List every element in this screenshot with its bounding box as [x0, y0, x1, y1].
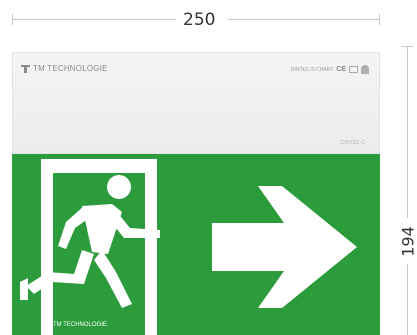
led-indicator-left: · — [56, 125, 58, 130]
tm-logo-icon — [44, 322, 51, 328]
housing-small-label: DINTEC-C — [341, 140, 365, 146]
dimension-line-top — [407, 46, 408, 218]
certification-marks: DINTEC-S-CHART CE — [291, 65, 369, 74]
width-label: 250 — [183, 10, 216, 30]
housing-brand: TM TECHNOLOGIE — [21, 64, 108, 73]
sign-brand-text: TM TECHNOLOGIE — [53, 322, 107, 328]
height-label: 194 — [398, 226, 417, 257]
housing-brand-text: TM TECHNOLOGIE — [33, 64, 108, 73]
exit-sign-panel: TM TECHNOLOGIE — [12, 154, 380, 335]
cert-person-icon — [361, 65, 369, 74]
height-dimension: 194 — [390, 46, 417, 335]
dimension-line-bottom — [407, 264, 408, 335]
tm-logo-icon — [21, 64, 30, 73]
luminaire-housing: TM TECHNOLOGIE DINTEC-S-CHART CE · · DIN… — [12, 52, 380, 154]
running-man-icon — [20, 175, 160, 308]
width-dimension: 250 — [0, 0, 417, 40]
dimension-tick-right — [379, 14, 380, 25]
cert-box-icon — [349, 66, 358, 73]
led-indicator-right: · — [335, 125, 337, 130]
ce-mark: CE — [336, 66, 346, 73]
dimension-line-right — [228, 19, 380, 20]
right-arrow-icon — [212, 186, 357, 308]
cert-text: DINTEC-S-CHART — [290, 66, 334, 73]
sign-brand: TM TECHNOLOGIE — [44, 322, 107, 328]
dimension-line-left — [12, 19, 176, 20]
